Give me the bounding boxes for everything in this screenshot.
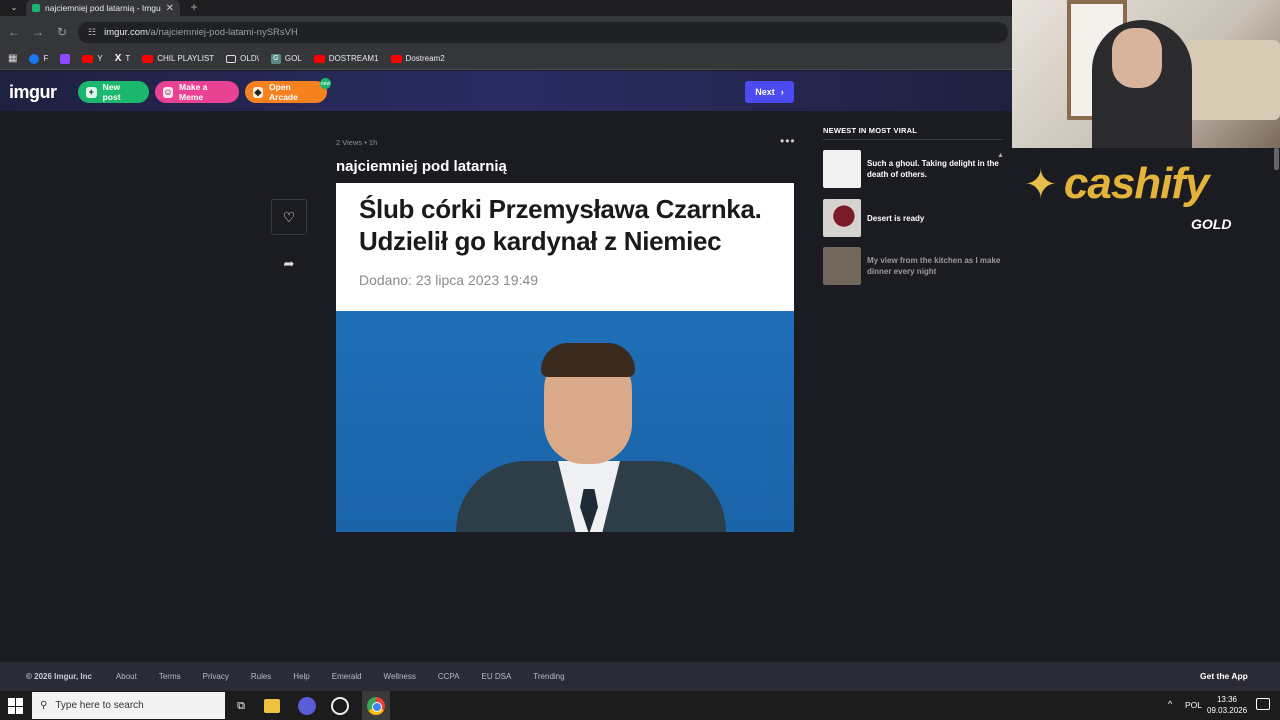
sponsor-logo-sub: GOLD — [1191, 216, 1232, 232]
footer-link-ccpa[interactable]: CCPA — [438, 672, 460, 681]
folder-icon — [226, 54, 237, 63]
footer-link-about[interactable]: About — [116, 672, 137, 681]
bookmark-y[interactable]: Y — [82, 54, 103, 63]
footer-link-help[interactable]: Help — [293, 672, 309, 681]
favorite-button[interactable]: ♡ — [271, 199, 307, 235]
gamepad-icon: ◆ — [253, 86, 264, 98]
footer: © 2026 Imgur, Inc About Terms Privacy Ru… — [0, 662, 1280, 691]
footer-link-terms[interactable]: Terms — [159, 672, 181, 681]
new-post-button[interactable]: + New post — [78, 81, 149, 103]
post-image[interactable]: Ślub córki Przemysława Czarnka. Udzielił… — [336, 183, 794, 532]
sponsor-logo: ✦cashify — [1063, 159, 1210, 208]
reload-icon[interactable]: ↻ — [54, 24, 70, 40]
new-badge: new — [320, 78, 331, 89]
article-date: Dodano: 23 lipca 2023 19:49 — [359, 272, 539, 288]
stream-overlay-area — [1012, 148, 1280, 662]
bookmark-f[interactable]: F — [29, 53, 48, 64]
share-icon[interactable]: ➦ — [280, 256, 298, 272]
bookmark-gol[interactable]: G GOL — [270, 53, 302, 64]
webcam-overlay — [1012, 0, 1280, 148]
youtube-icon — [313, 54, 325, 63]
bookmark-chil-playlist[interactable]: CHIL PLAYLIST — [142, 54, 214, 63]
search-icon: ⚲ — [40, 700, 48, 711]
facebook-icon — [29, 53, 40, 64]
bookmark-dostream2[interactable]: Dostream2 — [390, 54, 445, 63]
imgur-logo[interactable]: imgur — [9, 82, 57, 103]
url-host: imgur.com — [104, 27, 148, 38]
clock[interactable]: 13:36 09.03.2026 — [1207, 694, 1247, 716]
footer-link-wellness[interactable]: Wellness — [384, 672, 416, 681]
sidebar-post[interactable]: Desert is ready — [823, 199, 1003, 237]
language-indicator[interactable]: POL — [1185, 700, 1202, 710]
back-icon[interactable]: ← — [6, 24, 22, 40]
bookmark-dostream1[interactable]: DOSTREAM1 — [313, 54, 379, 63]
sidebar-title: NEWEST IN MOST VIRAL — [823, 126, 917, 135]
bookmark-old[interactable]: OLD\ — [226, 54, 259, 63]
tab-title: najciemniej pod latarnią - Imgur — [45, 3, 161, 13]
youtube-icon — [82, 54, 94, 63]
file-explorer-icon[interactable] — [264, 699, 280, 713]
new-tab-icon[interactable]: + — [186, 0, 202, 14]
x-icon: X — [114, 53, 122, 64]
footer-link-trending[interactable]: Trending — [533, 672, 564, 681]
tab-search-icon[interactable]: ⌄ — [6, 0, 22, 14]
sidebar-divider — [823, 139, 1003, 140]
get-app-button[interactable]: Get the App — [1200, 671, 1248, 681]
chevron-right-icon: › — [780, 87, 784, 97]
imgur-header — [0, 71, 1012, 111]
sidebar-post[interactable]: Such a ghoul. Taking delight in the deat… — [823, 150, 1003, 188]
bookmark-twitch[interactable] — [60, 53, 71, 64]
g-icon: G — [270, 53, 281, 64]
more-options-icon[interactable]: ••• — [780, 134, 796, 148]
twitch-icon — [60, 53, 71, 64]
forward-icon[interactable]: → — [30, 24, 46, 40]
meme-icon: ☺ — [163, 86, 174, 98]
bookmark-t[interactable]: XT — [115, 53, 131, 64]
post-thumbnail — [823, 247, 861, 285]
page-scrollbar[interactable] — [1274, 148, 1279, 170]
open-arcade-button[interactable]: ◆ Open Arcade — [245, 81, 327, 103]
portrait-photo — [336, 311, 794, 532]
site-info-icon[interactable]: ☷ — [88, 27, 96, 38]
taskbar-search-input[interactable]: ⚲ Type here to search — [32, 692, 225, 719]
apps-grid-icon[interactable]: ▦ — [8, 53, 17, 64]
sidebar-post[interactable]: My view from the kitchen as I make dinne… — [823, 247, 1003, 285]
app-icon[interactable] — [298, 697, 316, 715]
next-button[interactable]: Next › — [745, 81, 794, 103]
close-tab-icon[interactable]: ✕ — [166, 3, 174, 14]
app-icon[interactable] — [331, 697, 349, 715]
bookmarks-bar: ▦ F Y XT CHIL PLAYLIST OLD\ G GOL DOSTREA… — [0, 48, 1012, 70]
footer-link-emerald[interactable]: Emerald — [332, 672, 362, 681]
make-meme-button[interactable]: ☺ Make a Meme — [155, 81, 239, 103]
windows-start-icon[interactable] — [8, 698, 24, 714]
post-title: najciemniej pod latarnią — [336, 158, 507, 175]
article-headline: Ślub córki Przemysława Czarnka. Udzielił… — [359, 194, 762, 256]
tray-chevron-icon[interactable]: ^ — [1168, 699, 1172, 709]
footer-copyright: © 2026 Imgur, Inc — [26, 672, 92, 681]
notification-icon[interactable] — [1256, 698, 1270, 710]
post-thumbnail — [823, 150, 861, 188]
plus-icon: + — [86, 86, 97, 98]
footer-link-rules[interactable]: Rules — [251, 672, 271, 681]
browser-tab[interactable]: najciemniej pod latarnią - Imgur ✕ — [26, 0, 180, 16]
post-thumbnail — [823, 199, 861, 237]
sidebar-scroll-icon[interactable]: ▲ — [997, 152, 1004, 166]
youtube-icon — [390, 54, 402, 63]
footer-link-eu-dsa[interactable]: EU DSA — [482, 672, 512, 681]
footer-link-privacy[interactable]: Privacy — [203, 672, 229, 681]
url-path: /a/najciemniej-pod-latami-nySRsVH — [147, 27, 298, 38]
heart-icon: ♡ — [282, 208, 296, 225]
youtube-icon — [142, 54, 154, 63]
post-meta: 2 Views • 1h — [336, 138, 378, 147]
url-input[interactable]: ☷ imgur.com/a/najciemniej-pod-latami-nyS… — [78, 22, 1008, 43]
task-view-icon[interactable]: ⧉ — [230, 695, 252, 717]
chrome-icon[interactable] — [362, 691, 390, 720]
imgur-favicon-icon — [32, 4, 40, 12]
